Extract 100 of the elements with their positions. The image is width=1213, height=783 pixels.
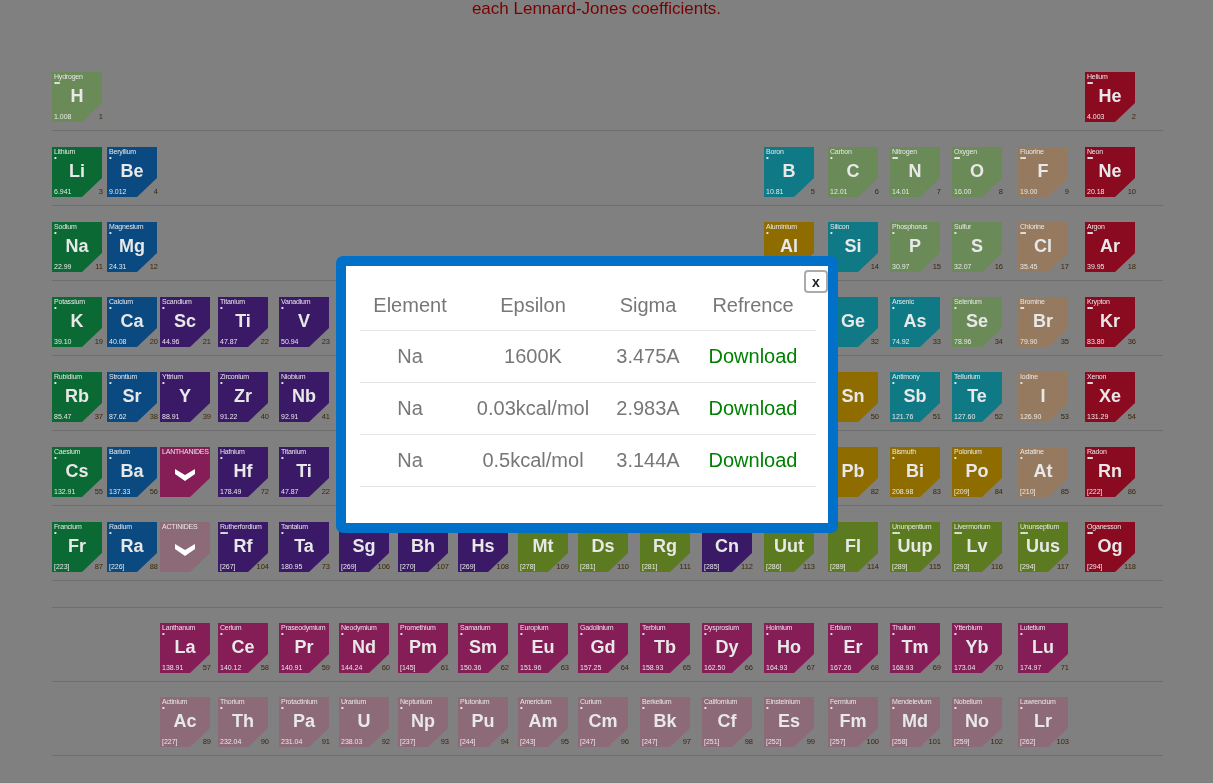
stability-dots: • (220, 304, 222, 312)
element-symbol: Tm (900, 637, 930, 657)
element-symbol: Fm (838, 711, 868, 731)
stability-dots: • (892, 630, 894, 638)
stability-dots: • (281, 704, 283, 712)
stability-dots: • (281, 630, 283, 638)
element-symbol: Ho (776, 637, 802, 657)
element-symbol: Sm (468, 637, 498, 657)
stability-dots: • (220, 630, 222, 638)
stability-dots: • (766, 229, 768, 237)
element-symbol: Ge (840, 311, 866, 331)
stability-dots: • (954, 379, 956, 387)
stability-dots: • (766, 704, 768, 712)
element-symbol: Er (842, 637, 864, 657)
element-symbol: Sn (840, 386, 866, 406)
table-cell: Na (360, 382, 460, 435)
element-symbol: V (297, 311, 311, 331)
stability-dots: • (520, 704, 522, 712)
stability-dots: • (954, 229, 956, 237)
stability-dots: • (109, 154, 111, 162)
element-symbol: Uut (773, 536, 805, 556)
stability-dots: • (162, 704, 164, 712)
element-symbol: Sc (173, 311, 197, 331)
stability-dots: ••• (1020, 229, 1026, 237)
stability-dots: • (54, 304, 56, 312)
element-symbol: Po (964, 461, 990, 481)
element-symbol: Xe (1098, 386, 1122, 406)
element-symbol: Zr (233, 386, 253, 406)
element-symbol: O (969, 161, 985, 181)
stability-dots: • (109, 529, 111, 537)
table-cell: 0.5kcal/mol (460, 434, 606, 487)
stability-dots: • (580, 630, 582, 638)
download-link[interactable]: Download (708, 345, 798, 367)
stability-dots: • (954, 704, 956, 712)
stability-dots: • (642, 704, 644, 712)
element-symbol: Kr (1099, 311, 1121, 331)
stability-dots: •••• (892, 529, 900, 537)
element-symbol: Rb (64, 386, 90, 406)
stability-dots: •• (1020, 304, 1024, 312)
element-symbol: Th (231, 711, 255, 731)
element-symbol: Br (1032, 311, 1054, 331)
element-symbol: Am (527, 711, 559, 731)
element-symbol: Cm (587, 711, 619, 731)
element-symbol: Rf (232, 536, 254, 556)
stability-dots: ••• (54, 79, 60, 87)
element-symbol: Li (68, 161, 86, 181)
element-symbol: Dy (714, 637, 740, 657)
stability-dots: • (892, 304, 894, 312)
stability-dots: • (109, 454, 111, 462)
element-symbol: Ra (119, 536, 145, 556)
element-symbol: Be (119, 161, 145, 181)
stability-dots: • (281, 454, 283, 462)
element-symbol: Tb (653, 637, 677, 657)
element-symbol: Ba (119, 461, 145, 481)
stability-dots: • (341, 704, 343, 712)
chevron-down-icon (175, 544, 195, 556)
element-symbol: Nb (291, 386, 317, 406)
table-cell: Na (360, 330, 460, 383)
stability-dots: •••• (220, 529, 228, 537)
chevron-down-icon (175, 469, 195, 481)
element-symbol: Al (779, 236, 799, 256)
element-symbol: Na (64, 236, 90, 256)
element-symbol: Yb (964, 637, 990, 657)
stability-dots: • (281, 379, 283, 387)
element-symbol: Ti (234, 311, 252, 331)
element-symbol: C (845, 161, 861, 181)
stability-dots: • (830, 630, 832, 638)
stability-dots: •••• (954, 529, 962, 537)
element-symbol: Hf (232, 461, 254, 481)
stability-dots: • (954, 454, 956, 462)
table-cell: 0.03kcal/mol (460, 382, 606, 435)
stability-dots: • (892, 229, 894, 237)
stability-dots: • (281, 304, 283, 312)
page-heading: each Lennard-Jones coefficients. (471, 0, 722, 18)
element-symbol: Sr (121, 386, 143, 406)
stability-dots: • (54, 529, 56, 537)
stability-dots: • (54, 154, 56, 162)
element-symbol: Si (843, 236, 863, 256)
stability-dots: • (54, 454, 56, 462)
stability-dots: • (109, 229, 111, 237)
element-symbol: Lu (1031, 637, 1055, 657)
stability-dots: • (220, 704, 222, 712)
download-link[interactable]: Download (708, 449, 798, 471)
stability-dots: • (892, 704, 894, 712)
element-symbol: Lv (965, 536, 989, 556)
element-symbol: He (1097, 86, 1123, 106)
element-symbol: I (1039, 386, 1047, 406)
stability-dots: • (1020, 454, 1022, 462)
element-symbol: Ds (590, 536, 616, 556)
element-symbol: Pm (408, 637, 438, 657)
stability-dots: • (54, 379, 56, 387)
element-symbol: Gd (589, 637, 617, 657)
element-symbol: H (69, 86, 85, 106)
element-symbol: P (908, 236, 922, 256)
stability-dots: • (1020, 379, 1022, 387)
element-symbol: Np (410, 711, 436, 731)
download-link[interactable]: Download (708, 397, 798, 419)
element-symbol: Se (965, 311, 989, 331)
stability-dots: • (341, 630, 343, 638)
element-symbol: Ar (1099, 236, 1121, 256)
